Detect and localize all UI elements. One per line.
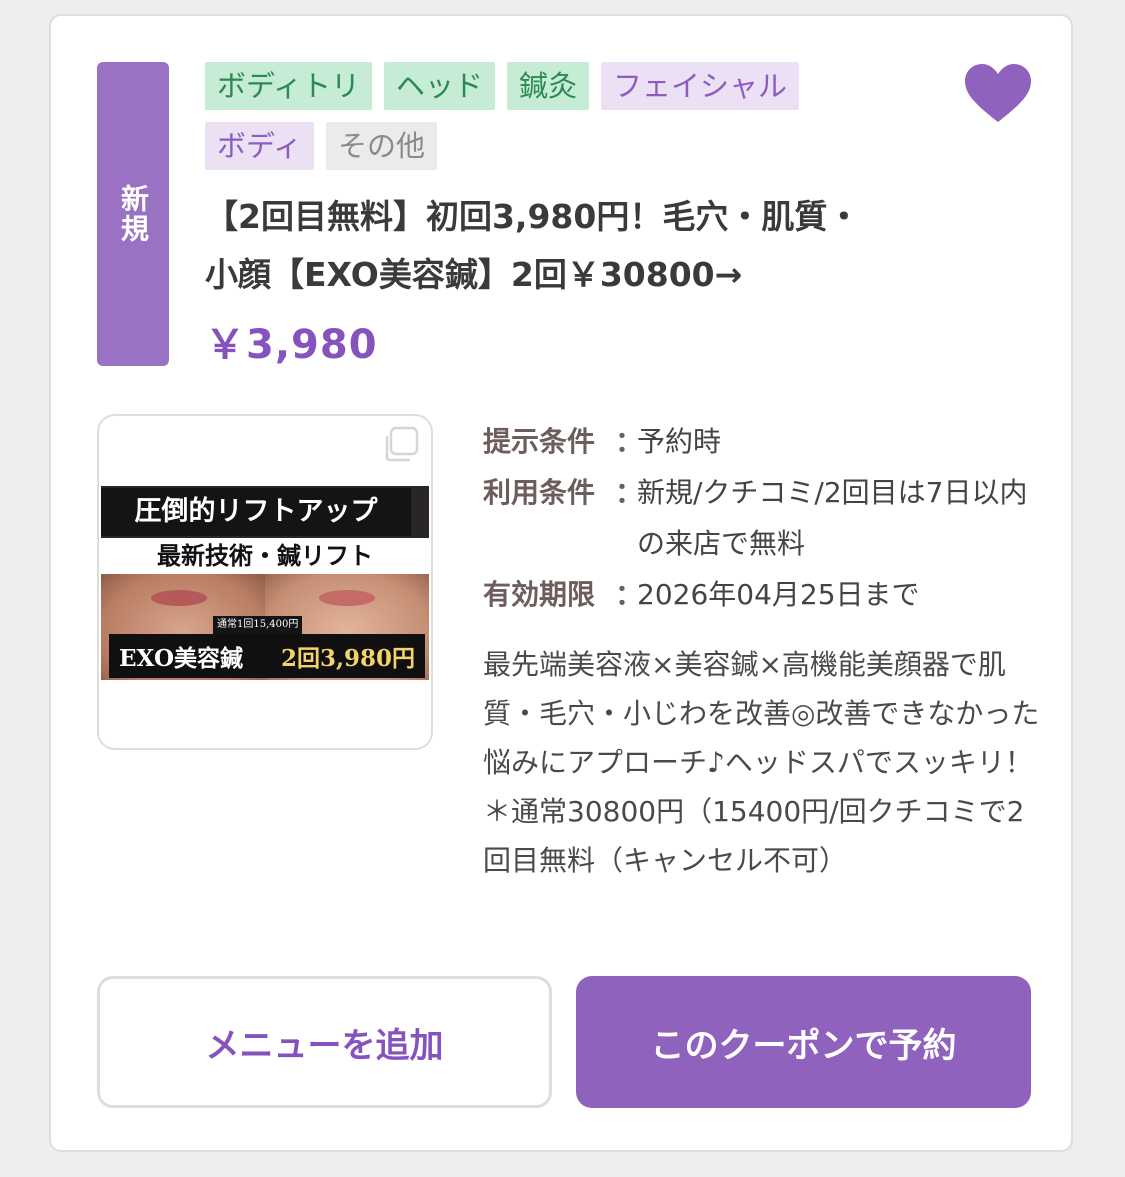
tag-body-treatment: ボディトリ: [205, 62, 372, 110]
tag-body: ボディ: [205, 122, 314, 170]
coupon-card: 新規 ボディトリ ヘッド 鍼灸 フェイシャル ボディ その他 【2回目無料】初回…: [49, 14, 1073, 1152]
promo-offer-bar: EXO美容鍼 2回3,980円: [109, 634, 425, 678]
condition-row-present: 提示条件 ： 予約時: [483, 416, 1043, 467]
promo-banner: 圧倒的リフトアップ 最新技術・鍼リフト 通常1回15,400円 EXO美容鍼 2…: [101, 486, 429, 680]
tag-acupuncture: 鍼灸: [507, 62, 590, 110]
condition-label: 有効期限: [483, 578, 596, 611]
condition-row-usage: 利用条件 ： 新規/クチコミ/2回目は7日以内の来店で無料: [483, 467, 1043, 569]
promo-subheadline: 最新技術・鍼リフト: [101, 538, 429, 574]
condition-colon: ：: [615, 578, 644, 611]
condition-colon: ：: [615, 476, 644, 509]
condition-label: 提示条件: [483, 425, 596, 458]
coupon-title-line2: 小顔【EXO美容鍼】2回￥30800→: [205, 255, 743, 294]
tag-other: その他: [325, 122, 437, 170]
promo-headline: 圧倒的リフトアップ: [101, 488, 411, 536]
condition-value: 2026年04月25日まで: [637, 578, 920, 611]
gallery-icon: [385, 426, 419, 462]
tag-list: ボディトリ ヘッド 鍼灸 フェイシャル ボディ その他: [205, 62, 865, 170]
reserve-with-coupon-button[interactable]: このクーポンで予約: [576, 976, 1031, 1108]
promo-regular-price-note: 通常1回15,400円: [213, 616, 303, 634]
tag-facial: フェイシャル: [601, 62, 800, 110]
coupon-description: 最先端美容液×美容鍼×高機能美顔器で肌質・毛穴・小じわを改善◎改善できなかった悩…: [483, 648, 1040, 877]
condition-row-expiry: 有効期限 ： 2026年04月25日まで: [483, 569, 1043, 620]
condition-colon: ：: [615, 425, 644, 458]
condition-label: 利用条件: [483, 476, 596, 509]
new-badge-label: 新規: [117, 184, 150, 244]
new-badge: 新規: [97, 62, 169, 366]
promo-offer-price: 2回3,980円: [280, 645, 415, 672]
tag-head: ヘッド: [383, 62, 495, 110]
coupon-title: 【2回目無料】初回3,980円！毛穴・肌質・ 小顔【EXO美容鍼】2回￥3080…: [205, 188, 965, 304]
heart-icon: [965, 64, 1031, 122]
coupon-title-line1: 【2回目無料】初回3,980円！毛穴・肌質・: [205, 197, 861, 236]
favorite-button[interactable]: [963, 62, 1033, 126]
coupon-price: ￥3,980: [205, 322, 378, 368]
promo-product-name: EXO美容鍼: [119, 645, 244, 672]
condition-value: 予約時: [637, 425, 722, 458]
coupon-conditions: 提示条件 ： 予約時 利用条件 ： 新規/クチコミ/2回目は7日以内の来店で無料…: [483, 416, 1043, 620]
condition-value: 新規/クチコミ/2回目は7日以内の来店で無料: [637, 476, 1028, 560]
coupon-image[interactable]: 圧倒的リフトアップ 最新技術・鍼リフト 通常1回15,400円 EXO美容鍼 2…: [97, 414, 433, 750]
add-menu-button[interactable]: メニューを追加: [97, 976, 552, 1108]
